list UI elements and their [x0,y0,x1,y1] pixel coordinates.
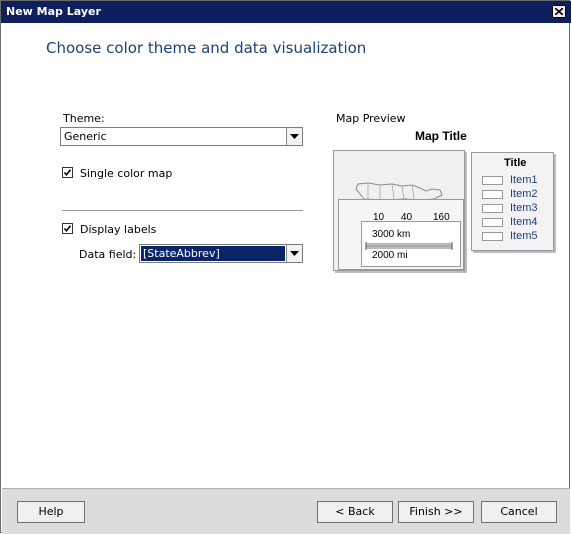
display-labels-label: Display labels [80,223,157,236]
checkmark-icon [63,169,72,177]
single-color-label: Single color map [80,167,173,180]
legend-item-label: Item4 [510,216,538,228]
back-button[interactable]: < Back [317,501,393,523]
legend-swatch [482,176,503,185]
scale-bar-icon [365,242,453,250]
chevron-down-icon [290,251,299,256]
map-preview-label: Map Preview [336,112,406,125]
legend-swatch [482,204,503,213]
legend-title: Title [504,157,527,169]
theme-label: Theme: [63,112,105,125]
close-button[interactable] [552,5,566,18]
theme-dropdown-arrow[interactable] [286,128,302,145]
section-divider [62,210,303,211]
data-field-dropdown-arrow[interactable] [286,245,302,262]
page-heading: Choose color theme and data visualizatio… [46,39,367,57]
legend-swatch [482,218,503,227]
help-button[interactable]: Help [17,501,85,523]
data-field-value: [StateAbbrev] [141,246,285,261]
close-icon [555,8,563,15]
legend-item-label: Item5 [510,230,538,242]
theme-value: Generic [64,130,107,143]
new-map-layer-dialog: New Map Layer Choose color theme and dat… [0,0,571,534]
chevron-down-icon [290,134,299,139]
finish-button[interactable]: Finish >> [398,501,474,523]
legend-item-label: Item3 [510,202,538,214]
distance-scale-km: 3000 km [372,229,411,240]
legend-item-label: Item2 [510,188,538,200]
cancel-button[interactable]: Cancel [481,501,557,523]
legend-item-label: Item1 [510,174,538,186]
window-title: New Map Layer [6,5,101,18]
theme-dropdown[interactable]: Generic [60,127,303,146]
legend-swatch [482,232,503,241]
dialog-footer: Help < Back Finish >> Cancel [2,488,570,534]
display-labels-checkbox[interactable] [62,223,73,234]
title-bar: New Map Layer [1,1,571,23]
data-field-label: Data field: [79,248,137,261]
legend-swatch [482,190,503,199]
checkmark-icon [63,225,72,233]
single-color-checkbox[interactable] [62,167,73,178]
distance-scale-mi: 2000 mi [372,250,408,261]
map-title: Map Title [415,129,467,143]
data-field-dropdown[interactable]: [StateAbbrev] [139,244,303,263]
